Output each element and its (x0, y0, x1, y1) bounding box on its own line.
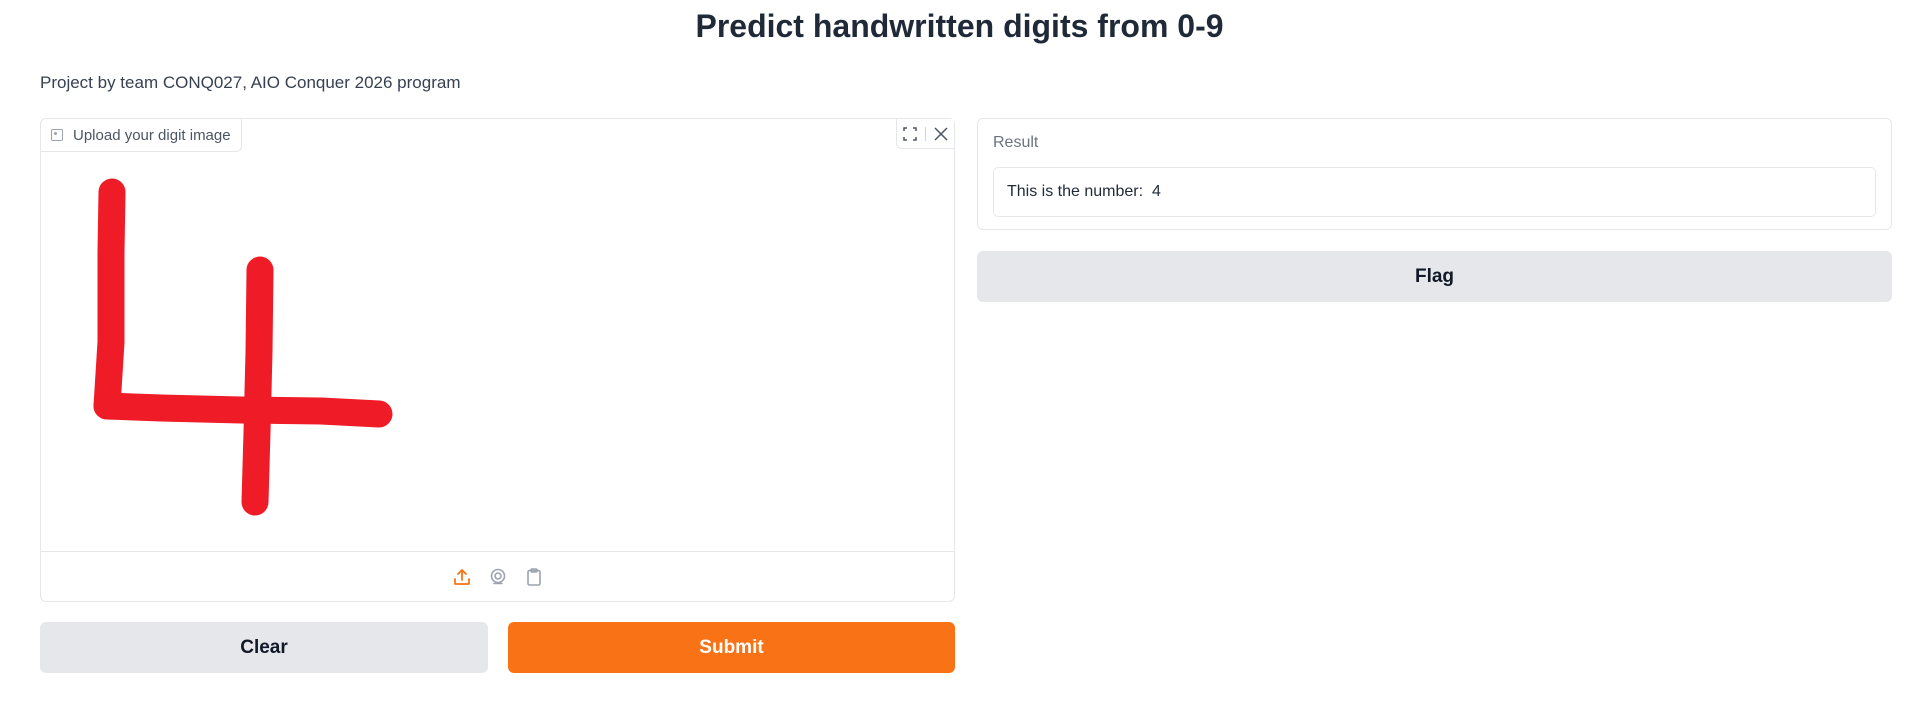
digit-stroke-horizontal (93, 392, 393, 428)
image-input-panel: Upload your digit image (40, 118, 955, 602)
upload-icon[interactable] (451, 566, 473, 588)
submit-button[interactable]: Submit (508, 622, 955, 673)
image-source-bar (41, 551, 954, 601)
image-input-label-text: Upload your digit image (73, 126, 231, 144)
clear-button[interactable]: Clear (40, 622, 488, 673)
toolbar-divider (925, 126, 926, 141)
result-textbox[interactable]: This is the number: 4 (993, 167, 1876, 217)
result-panel: Result This is the number: 4 (977, 118, 1892, 230)
result-label: Result (993, 134, 1039, 151)
image-canvas[interactable] (41, 152, 954, 550)
image-icon (51, 129, 63, 141)
digit-stroke-vertical-left (93, 178, 126, 420)
page-description: Project by team CONQ027, AIO Conquer 202… (40, 73, 461, 92)
fullscreen-icon[interactable] (899, 123, 921, 145)
app-page: Predict handwritten digits from 0-9 Proj… (0, 0, 1919, 719)
flag-button[interactable]: Flag (977, 251, 1892, 302)
clipboard-icon[interactable] (523, 566, 545, 588)
close-icon[interactable] (930, 123, 952, 145)
image-toolbar (896, 119, 954, 149)
image-input-label: Upload your digit image (41, 119, 242, 152)
webcam-icon[interactable] (487, 566, 509, 588)
page-title: Predict handwritten digits from 0-9 (695, 8, 1224, 44)
digit-stroke-vertical-center (241, 256, 274, 516)
handwritten-digit-image (93, 178, 393, 516)
